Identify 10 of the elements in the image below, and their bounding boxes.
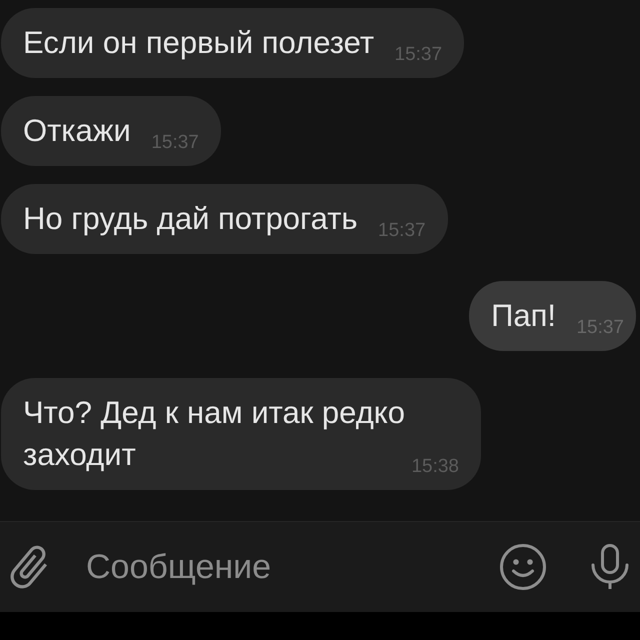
message-text: Но грудь дай потрогать <box>23 201 358 236</box>
paperclip-icon[interactable] <box>8 544 50 590</box>
emoji-icon[interactable] <box>500 544 546 590</box>
message-text: Что? Дед к нам итак редко заходит <box>23 395 405 472</box>
message-input[interactable]: Сообщение <box>86 543 480 591</box>
message-text: Пап! <box>491 298 556 333</box>
message-text: Откажи <box>23 113 131 148</box>
message-text: Если он первый полезет <box>23 25 374 60</box>
microphone-icon[interactable] <box>590 544 630 590</box>
message-composer[interactable]: Сообщение <box>0 522 640 612</box>
